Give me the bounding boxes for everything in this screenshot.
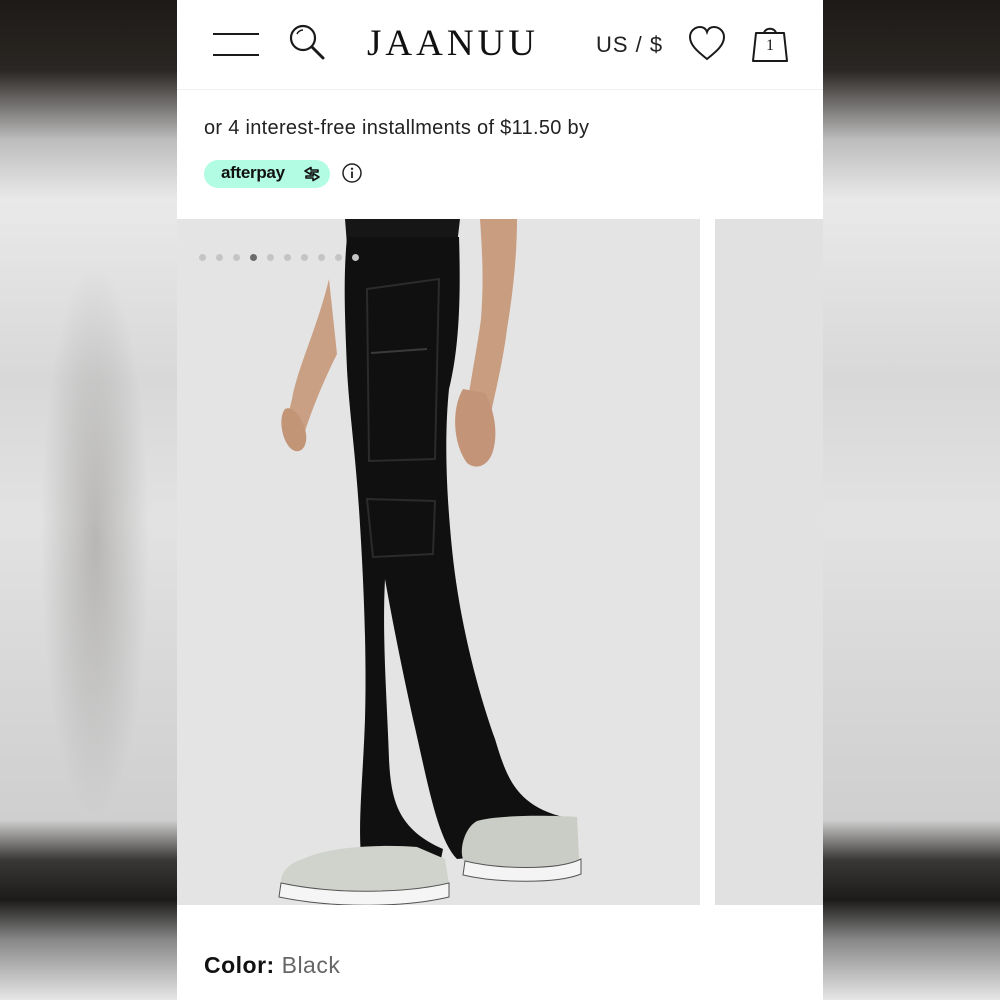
carousel-dot-4[interactable] <box>250 254 257 261</box>
carousel-dot-6[interactable] <box>284 254 291 261</box>
menu-icon[interactable] <box>213 30 259 58</box>
blurred-backdrop-right <box>823 0 1000 1000</box>
next-product-image[interactable] <box>715 219 823 905</box>
carousel-dot-8[interactable] <box>318 254 325 261</box>
afterpay-badge[interactable]: afterpay <box>204 160 330 188</box>
search-icon[interactable] <box>287 22 327 62</box>
brand-logo[interactable]: JAANUU <box>367 22 557 66</box>
cart-count-badge: 1 <box>766 37 774 54</box>
product-photo <box>177 219 700 905</box>
carousel-dot-3[interactable] <box>233 254 240 261</box>
site-header: JAANUU US / $ 1 <box>177 0 823 90</box>
carousel-dot-10[interactable] <box>352 254 359 261</box>
installments-text: or 4 interest-free installments of $11.5… <box>204 117 590 139</box>
carousel-dot-7[interactable] <box>301 254 308 261</box>
mobile-page: JAANUU US / $ 1 or 4 interest-free insta… <box>177 0 823 1000</box>
blurred-backdrop-left <box>0 0 177 1000</box>
heart-icon[interactable] <box>687 24 727 64</box>
color-label: Color: <box>204 952 275 978</box>
carousel-dot-9[interactable] <box>335 254 342 261</box>
product-image-carousel[interactable] <box>177 219 700 905</box>
currency-selector[interactable]: US / $ <box>596 30 663 60</box>
color-value: Black <box>281 952 341 978</box>
carousel-dot-2[interactable] <box>216 254 223 261</box>
color-selection: Color: Black <box>204 952 340 979</box>
afterpay-logo-text: afterpay <box>221 163 285 182</box>
carousel-dot-1[interactable] <box>199 254 206 261</box>
carousel-dot-5[interactable] <box>267 254 274 261</box>
afterpay-loop-icon <box>304 166 320 182</box>
info-circle-icon[interactable] <box>341 162 363 184</box>
